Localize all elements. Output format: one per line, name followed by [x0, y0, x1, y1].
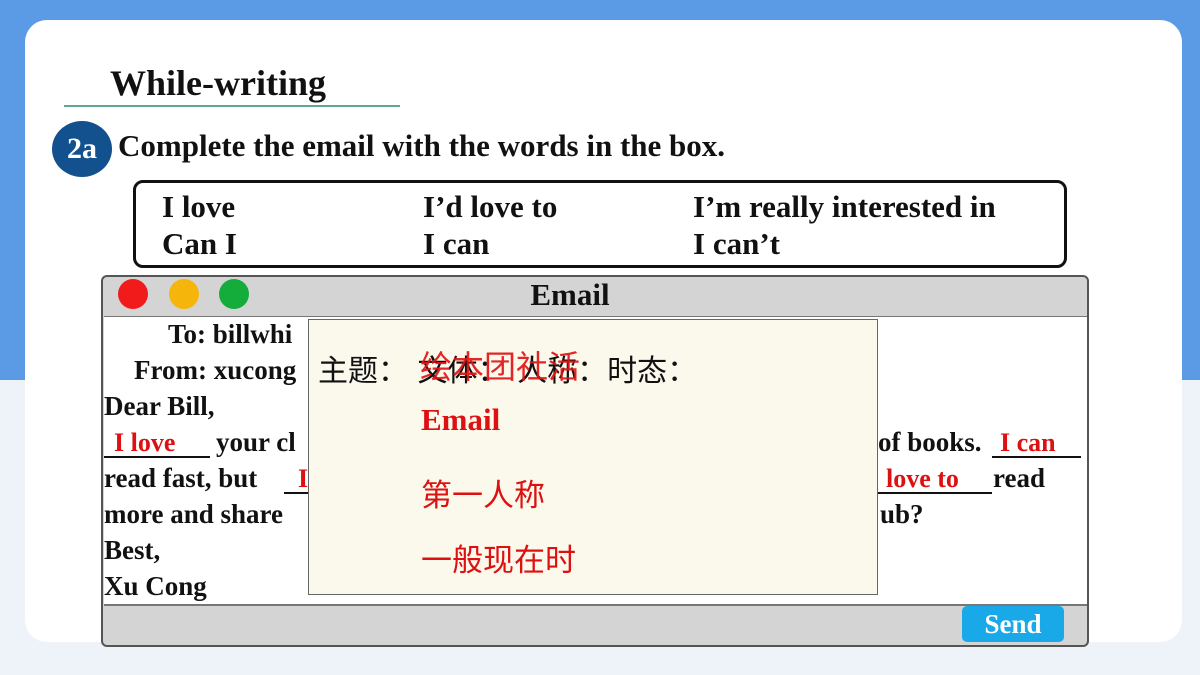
word-option: I’d love to: [423, 189, 558, 224]
answer-blank[interactable]: I: [284, 464, 308, 494]
task-instruction: Complete the email with the words in the…: [118, 128, 726, 163]
email-text: more and share: [104, 499, 284, 529]
section-underline: [64, 105, 400, 107]
email-closing: Best,: [104, 535, 161, 565]
email-text: read: [993, 463, 1045, 493]
email-to-line: To: billwhi: [168, 319, 293, 349]
answer-blank[interactable]: I can: [992, 428, 1081, 458]
email-text: ub?: [880, 499, 924, 529]
tense-answer: 一般现在时: [421, 543, 576, 579]
word-option: Can I: [162, 226, 237, 261]
email-text: read fast, but: [104, 463, 258, 493]
answer-blank[interactable]: love to: [878, 464, 992, 494]
email-signature: Xu Cong: [104, 571, 207, 601]
person-answer: 第一人称: [421, 478, 545, 514]
email-footer-divider: [104, 604, 1087, 606]
answer-blank[interactable]: I love: [104, 428, 210, 458]
genre-answer: Email: [421, 402, 501, 437]
email-window-title: Email: [530, 277, 610, 312]
word-option: I love: [162, 189, 236, 224]
word-option: I’m really interested in: [693, 189, 996, 224]
word-option: I can’t: [693, 226, 780, 261]
email-from-line: From: xucong: [134, 355, 297, 385]
word-option: I can: [423, 226, 490, 261]
theme-answer: 绘本团社活: [420, 348, 581, 386]
maximize-window-icon[interactable]: [219, 279, 249, 309]
email-text: of books.: [878, 427, 982, 457]
task-badge: 2a: [52, 121, 112, 177]
email-text: your cl: [216, 427, 296, 457]
minimize-window-icon[interactable]: [169, 279, 199, 309]
send-button[interactable]: Send: [962, 606, 1064, 642]
close-window-icon[interactable]: [118, 279, 148, 309]
section-title: While-writing: [110, 63, 326, 103]
email-greeting: Dear Bill,: [104, 391, 215, 421]
